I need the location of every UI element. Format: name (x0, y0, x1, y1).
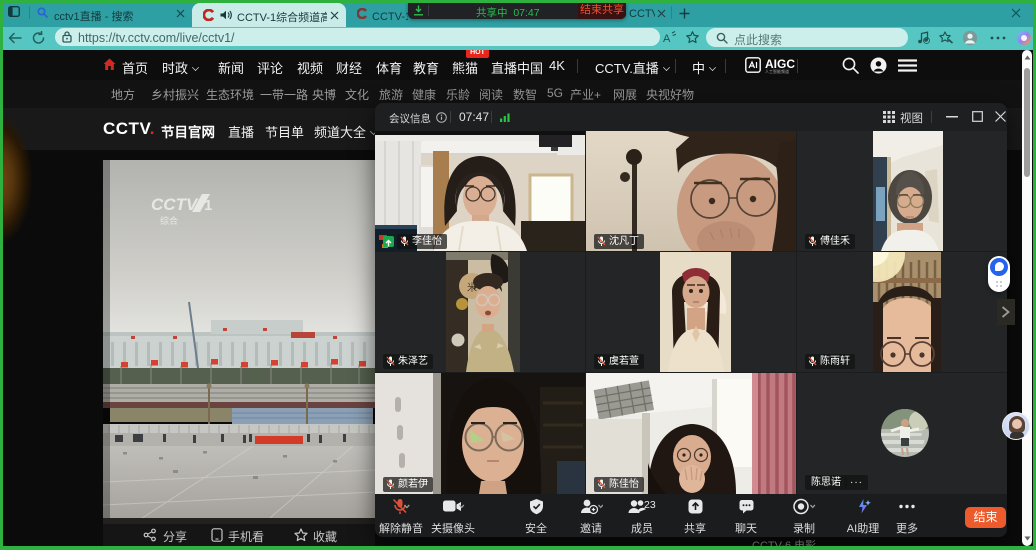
svg-text:A: A (663, 33, 671, 44)
svg-text:23: 23 (644, 499, 656, 511)
svg-text:综合: 综合 (160, 215, 178, 226)
svg-text:CCTV: CCTV (151, 195, 199, 214)
svg-text:1: 1 (204, 197, 212, 214)
